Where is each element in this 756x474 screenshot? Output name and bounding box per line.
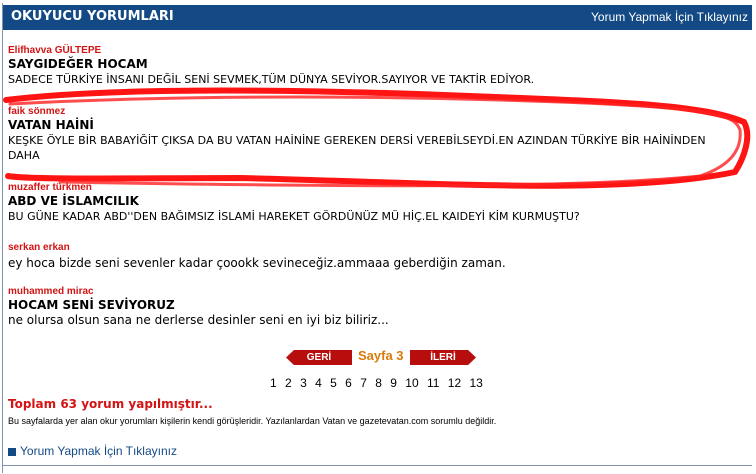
comment-item: Elifhavva GÜLTEPE SAYGIDEĞER HOCAM SADEC… bbox=[8, 45, 743, 87]
page-link-6[interactable]: 6 bbox=[345, 376, 352, 390]
comment-author: Elifhavva GÜLTEPE bbox=[8, 45, 102, 56]
page-link-13[interactable]: 13 bbox=[470, 376, 483, 390]
square-bullet-icon bbox=[8, 447, 16, 456]
page-link-10[interactable]: 10 bbox=[405, 376, 418, 390]
comment-author: serkan erkan bbox=[8, 242, 70, 253]
comment-title: HOCAM SENİ SEVİYORUZ bbox=[8, 298, 175, 312]
page-link-1[interactable]: 1 bbox=[270, 376, 277, 390]
comments-title: OKUYUCU YORUMLARI bbox=[11, 9, 174, 24]
comment-total: Toplam 63 yorum yapılmıştır... bbox=[8, 397, 213, 411]
comment-title: ABD VE İSLAMCILIK bbox=[8, 194, 139, 208]
comment-text: BU GÜNE KADAR ABD''DEN BAĞIMSIZ İSLAMİ H… bbox=[8, 210, 580, 223]
comment-item: muzaffer türkmen ABD VE İSLAMCILIK BU GÜ… bbox=[8, 182, 743, 224]
comment-author: muhammed mirac bbox=[8, 286, 94, 297]
comment-text: ne olursa olsun sana ne derlerse desinle… bbox=[8, 313, 389, 327]
comment-author: muzaffer türkmen bbox=[8, 182, 92, 193]
page-number-list: 1 2 3 4 5 6 7 8 9 10 11 12 13 bbox=[270, 376, 488, 390]
comment-text: SADECE TÜRKİYE İNSANI DEĞİL SENİ SEVMEK,… bbox=[8, 73, 535, 86]
disclaimer-text: Bu sayfalarda yer alan okur yorumları ki… bbox=[8, 416, 497, 426]
comment-item: serkan erkan ey hoca bizde seni sevenler… bbox=[8, 242, 743, 271]
comment-author: faik sönmez bbox=[8, 106, 66, 117]
write-comment-link-top[interactable]: Yorum Yapmak İçin Tıklayınız bbox=[591, 10, 748, 24]
write-comment-link-label: Yorum Yapmak İçin Tıklayınız bbox=[20, 444, 177, 458]
page-link-4[interactable]: 4 bbox=[315, 376, 322, 390]
prev-page-button[interactable]: GERİ bbox=[286, 350, 352, 365]
pagination: GERİ Sayfa 3 İLERİ bbox=[0, 348, 756, 368]
comments-header: OKUYUCU YORUMLARI Yorum Yapmak İçin Tıkl… bbox=[3, 5, 752, 30]
write-comment-link-bottom[interactable]: Yorum Yapmak İçin Tıklayınız bbox=[8, 444, 177, 458]
comment-item: muhammed mirac HOCAM SENİ SEVİYORUZ ne o… bbox=[8, 286, 743, 328]
comment-title: SAYGIDEĞER HOCAM bbox=[8, 57, 148, 71]
bottom-divider bbox=[3, 465, 752, 466]
page-link-3[interactable]: 3 bbox=[300, 376, 307, 390]
page-link-9[interactable]: 9 bbox=[390, 376, 397, 390]
page-link-12[interactable]: 12 bbox=[448, 376, 461, 390]
page-link-8[interactable]: 8 bbox=[375, 376, 382, 390]
next-page-button[interactable]: İLERİ bbox=[410, 350, 476, 365]
current-page-label: Sayfa 3 bbox=[358, 348, 404, 363]
comment-text: ey hoca bizde seni sevenler kadar çoookk… bbox=[8, 256, 506, 270]
page-link-2[interactable]: 2 bbox=[285, 376, 292, 390]
page-link-7[interactable]: 7 bbox=[360, 376, 367, 390]
page-link-5[interactable]: 5 bbox=[330, 376, 337, 390]
comment-title: VATAN HAİNİ bbox=[8, 118, 94, 132]
page-link-11[interactable]: 11 bbox=[427, 376, 439, 390]
comment-text: KEŞKE ÖYLE BİR BABAYİĞİT ÇIKSA DA BU VAT… bbox=[8, 134, 706, 162]
comment-item: faik sönmez VATAN HAİNİ KEŞKE ÖYLE BİR B… bbox=[8, 106, 743, 163]
